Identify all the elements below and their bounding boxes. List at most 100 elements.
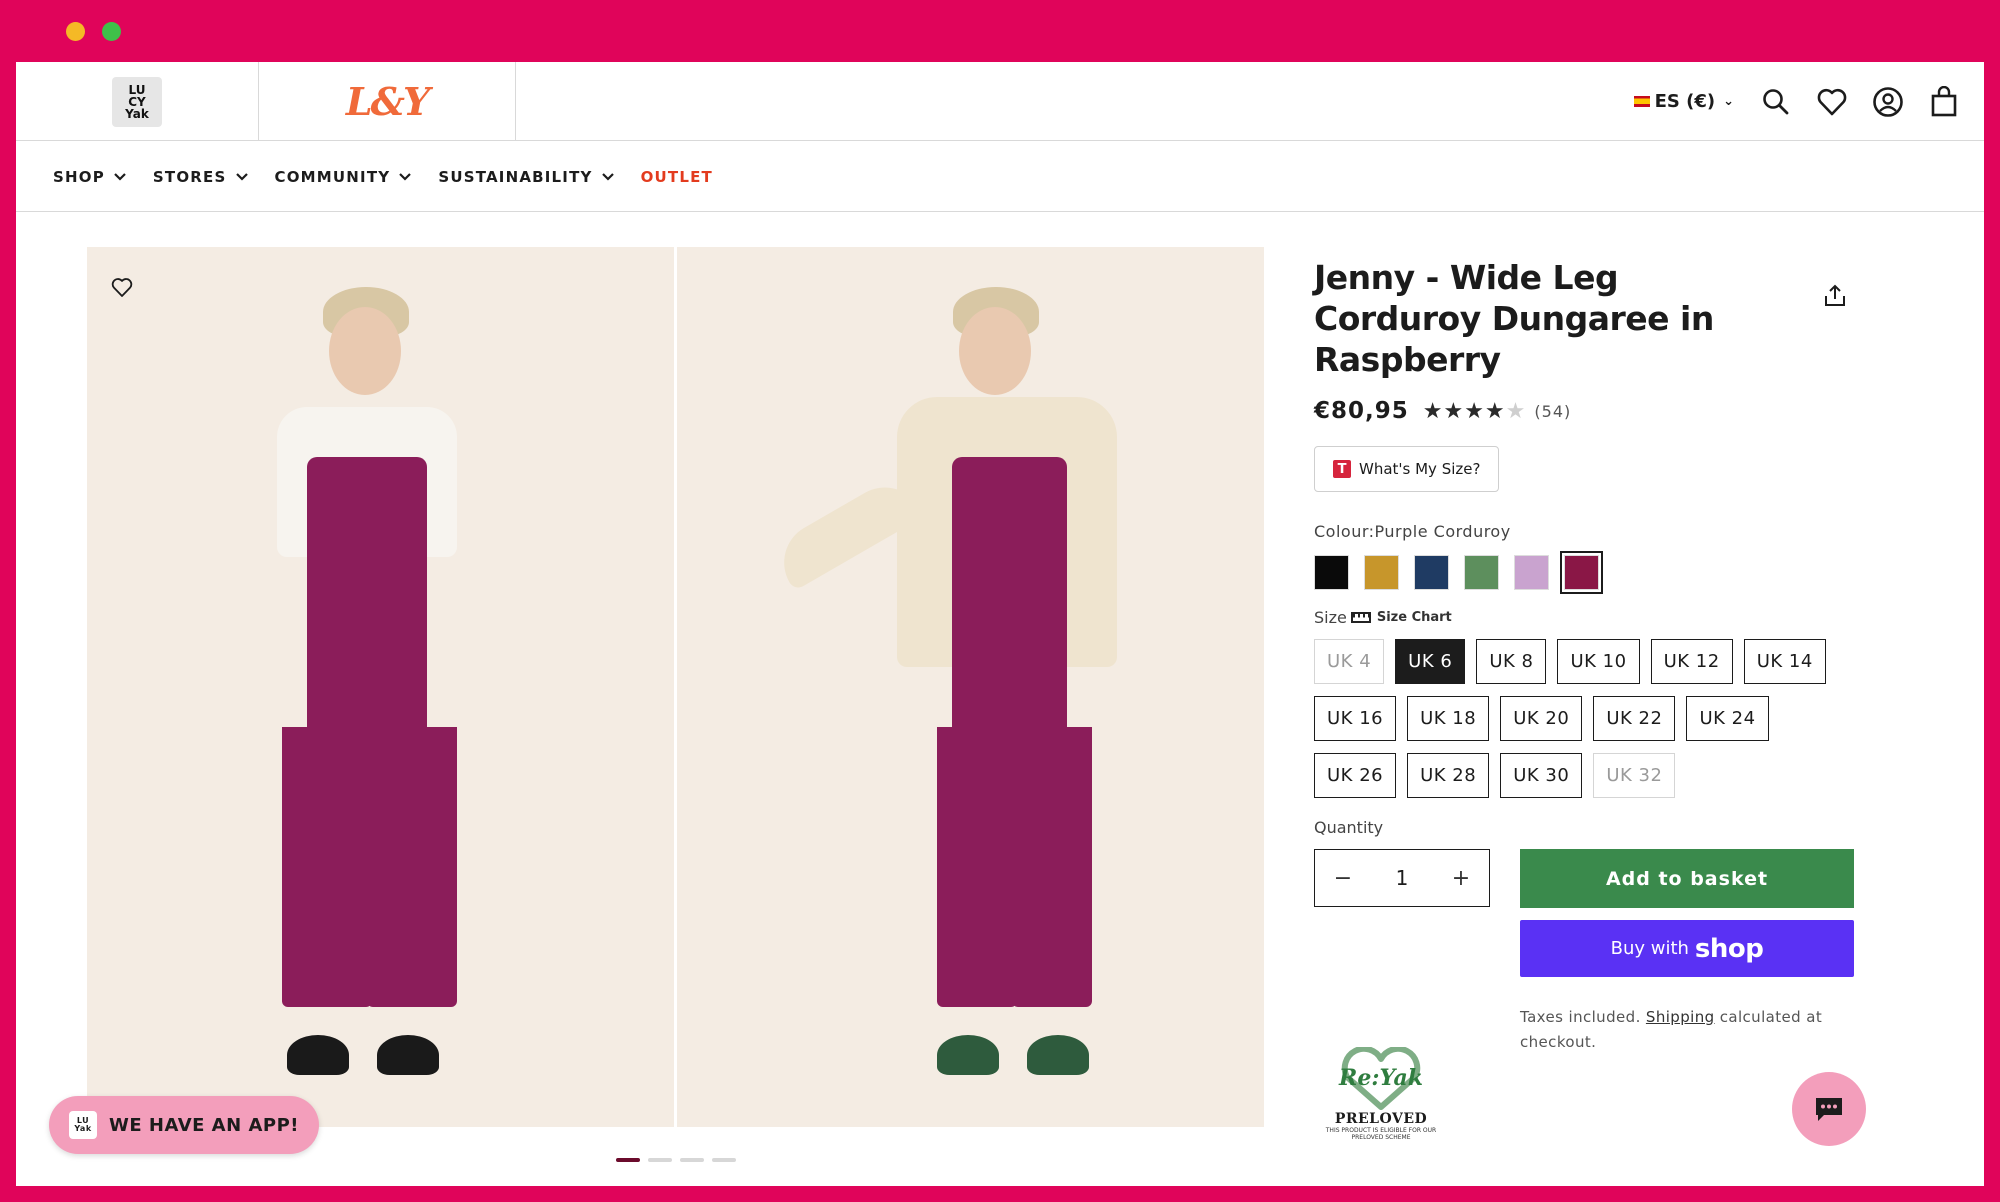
bag-icon[interactable] [1928, 85, 1960, 118]
add-to-basket-button[interactable]: Add to basket [1520, 849, 1854, 908]
chat-bubble-icon [1816, 1098, 1842, 1121]
ly-logo: L&Y [345, 79, 430, 124]
header-actions: ES (€) ⌄ [1633, 62, 1984, 141]
size-option[interactable]: UK 24 [1686, 696, 1769, 741]
size-options: UK 4 UK 6 UK 8 UK 10 UK 12 UK 14 UK 16 UK 18 UK … [1314, 639, 1854, 798]
search-icon[interactable] [1760, 86, 1792, 118]
size-option[interactable]: UK 4 [1314, 639, 1385, 684]
shipping-link[interactable]: Shipping [1646, 1008, 1715, 1026]
nav-shop-label: SHOP [53, 167, 105, 186]
whats-my-size-button[interactable]: T What's My Size? [1314, 446, 1500, 492]
ly-logo-link[interactable]: L&Y [259, 62, 516, 141]
size-option[interactable]: UK 12 [1650, 639, 1733, 684]
product-title: Jenny - Wide Leg Corduroy Dungaree in Ra… [1314, 258, 1714, 379]
size-option[interactable]: UK 26 [1314, 753, 1397, 798]
ruler-icon [1350, 612, 1371, 623]
colour-swatch-lilac-floral[interactable] [1514, 555, 1549, 590]
quantity-stepper: − 1 + [1314, 849, 1490, 907]
price-row: €80,95 ★★★★★ (54) [1314, 398, 1874, 424]
size-option[interactable]: UK 28 [1407, 753, 1490, 798]
size-chart-link[interactable]: Size Chart [1377, 610, 1452, 625]
preloved-note: THIS PRODUCT IS ELIGIBLE FOR OUR PRELOVE… [1325, 1127, 1437, 1141]
product-info: Jenny - Wide Leg Corduroy Dungaree in Ra… [1314, 257, 1874, 1055]
locale-selector[interactable]: ES (€) ⌄ [1633, 91, 1734, 112]
product-photo-front[interactable] [87, 247, 674, 1127]
colour-label: Colour:Purple Corduroy [1314, 522, 1511, 541]
colour-value: Purple Corduroy [1374, 522, 1511, 541]
lucy-yak-logo-link[interactable]: LU CY Yak [16, 62, 259, 141]
chevron-down-icon [114, 172, 126, 181]
account-icon[interactable] [1872, 86, 1904, 118]
preloved-label: PRELOVED [1334, 1111, 1428, 1127]
share-icon[interactable] [1822, 283, 1848, 309]
size-option[interactable]: UK 6 [1395, 639, 1466, 684]
size-option[interactable]: UK 32 [1593, 753, 1676, 798]
chevron-down-icon: ⌄ [1723, 94, 1734, 109]
size-option[interactable]: UK 30 [1500, 753, 1583, 798]
product-gallery [87, 247, 1264, 1127]
size-option[interactable]: UK 22 [1593, 696, 1676, 741]
wishlist-heart-icon[interactable] [111, 277, 133, 299]
colour-swatch-green-print[interactable] [1464, 555, 1499, 590]
size-option[interactable]: UK 18 [1407, 696, 1490, 741]
gallery-page-dot[interactable] [648, 1158, 672, 1162]
size-label: Size [1314, 608, 1347, 627]
review-count[interactable]: (54) [1534, 402, 1571, 421]
reyak-heart-icon: Re:Yak [1331, 1045, 1431, 1111]
chat-launcher[interactable] [1792, 1072, 1866, 1146]
chevron-down-icon [399, 172, 412, 181]
model-figure [237, 287, 487, 1087]
gallery-page-dot[interactable] [616, 1158, 640, 1162]
nav-community[interactable]: COMMUNITY [275, 168, 413, 186]
size-option[interactable]: UK 16 [1314, 696, 1397, 741]
nav-outlet-label: OUTLET [640, 167, 713, 186]
size-option[interactable]: UK 8 [1476, 639, 1547, 684]
gallery-pagination [616, 1158, 736, 1162]
chevron-down-icon [601, 172, 614, 181]
colour-swatch-raspberry[interactable] [1560, 551, 1603, 594]
app-logo-icon: LU Yak [69, 1111, 97, 1139]
buy-with-shop-button[interactable]: Buy with shop [1520, 920, 1854, 977]
window-minimize-dot[interactable] [66, 22, 85, 41]
nav-shop[interactable]: SHOP [53, 168, 127, 186]
product-photo-styled[interactable] [677, 247, 1264, 1127]
gallery-page-dot[interactable] [712, 1158, 736, 1162]
main-nav: SHOP STORES COMMUNITY SUSTAINABILITY OUT… [16, 142, 1984, 212]
colour-swatch-black[interactable] [1314, 555, 1349, 590]
nav-stores[interactable]: STORES [153, 168, 249, 186]
site-header: LU CY Yak L&Y ES (€) ⌄ [16, 62, 1984, 141]
size-row: Size Size Chart [1314, 608, 1874, 627]
preloved-badge: Re:Yak PRELOVED THIS PRODUCT IS ELIGIBLE… [1316, 1045, 1446, 1157]
buy-with-label: Buy with [1610, 938, 1689, 959]
browser-window: LU CY Yak L&Y ES (€) ⌄ SHOP STORES COMMU… [16, 62, 1984, 1186]
decrease-quantity-button[interactable]: − [1333, 866, 1353, 891]
nav-outlet[interactable]: OUTLET [641, 168, 713, 186]
nav-sustainability-label: SUSTAINABILITY [438, 167, 593, 186]
size-option[interactable]: UK 14 [1743, 639, 1826, 684]
gallery-page-dot[interactable] [680, 1158, 704, 1162]
window-maximize-dot[interactable] [102, 22, 121, 41]
rating-stars[interactable]: ★★★★★ [1423, 399, 1527, 424]
size-option[interactable]: UK 10 [1557, 639, 1640, 684]
lucy-yak-logo: LU CY Yak [112, 76, 162, 127]
locale-label: ES (€) [1654, 91, 1716, 112]
app-banner-label: WE HAVE AN APP! [109, 1114, 299, 1136]
app-banner[interactable]: LU Yak WE HAVE AN APP! [49, 1096, 319, 1154]
quantity-label: Quantity [1314, 818, 1384, 837]
heart-icon[interactable] [1816, 86, 1848, 118]
nav-sustainability[interactable]: SUSTAINABILITY [438, 168, 614, 186]
increase-quantity-button[interactable]: + [1451, 866, 1471, 891]
truefit-logo-icon: T [1333, 460, 1351, 478]
tax-note: Taxes included. Shipping calculated at c… [1520, 1008, 1823, 1051]
nav-stores-label: STORES [152, 167, 227, 186]
quantity-value[interactable]: 1 [1396, 866, 1409, 890]
reyak-logo-text: Re:Yak [1339, 1065, 1423, 1091]
model-figure [769, 287, 1117, 1087]
size-option[interactable]: UK 20 [1500, 696, 1583, 741]
spain-flag-icon [1633, 96, 1650, 107]
colour-swatch-navy[interactable] [1414, 555, 1449, 590]
colour-swatches [1314, 551, 1874, 594]
nav-community-label: COMMUNITY [274, 167, 391, 186]
colour-swatch-mustard[interactable] [1364, 555, 1399, 590]
shop-pay-logo: shop [1694, 933, 1764, 964]
